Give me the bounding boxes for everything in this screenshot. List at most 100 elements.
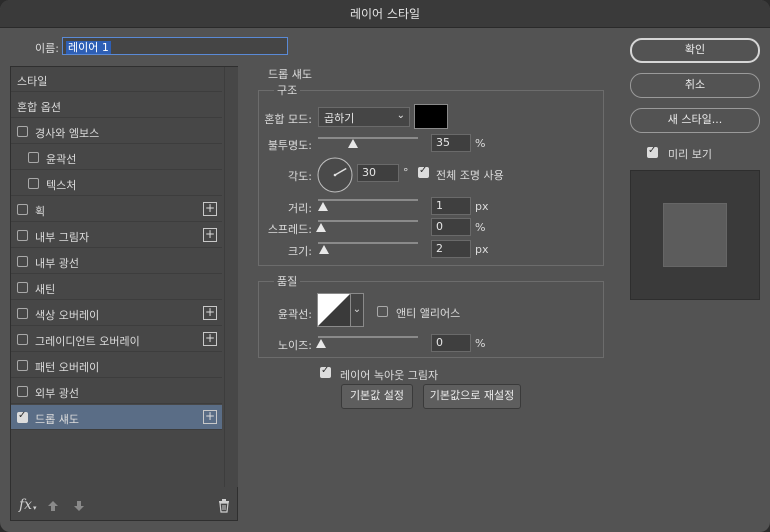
opacity-slider-track[interactable] xyxy=(318,137,418,139)
noise-slider-knob[interactable] xyxy=(316,339,326,348)
reset-to-default-button[interactable]: 기본값으로 재설정 xyxy=(423,384,521,409)
style-item-label: 색상 오버레이 xyxy=(35,309,100,322)
add-effect-plus-icon[interactable]: + xyxy=(203,410,217,424)
styles-list-scrollbar[interactable] xyxy=(224,67,238,487)
style-item-label: 그레이디언트 오버레이 xyxy=(35,335,140,348)
angle-label: 각도: xyxy=(288,170,312,183)
anti-alias-checkbox[interactable] xyxy=(377,306,388,317)
distance-slider-track[interactable] xyxy=(318,199,418,201)
style-item-checkbox[interactable] xyxy=(17,230,28,241)
angle-unit: ° xyxy=(403,166,409,179)
noise-slider-track[interactable] xyxy=(318,336,418,338)
layer-knocks-out-label: 레이어 녹아웃 그림자 xyxy=(340,369,439,382)
contour-label: 윤곽선: xyxy=(277,308,312,321)
layer-knocks-out-checkbox[interactable] xyxy=(320,365,331,378)
size-slider-track[interactable] xyxy=(318,242,418,244)
style-item-checkbox[interactable] xyxy=(17,334,28,345)
style-item-checkbox[interactable] xyxy=(17,282,28,293)
opacity-slider-knob[interactable] xyxy=(348,139,358,148)
trash-icon[interactable] xyxy=(218,499,230,513)
add-effect-plus-icon[interactable]: + xyxy=(203,202,217,216)
style-item-13[interactable]: 외부 광선 xyxy=(11,379,222,404)
noise-input[interactable]: 0 xyxy=(431,334,471,352)
section-title: 드롭 섀도 xyxy=(268,68,312,81)
noise-unit: % xyxy=(475,337,486,350)
spread-slider-knob[interactable] xyxy=(316,223,326,232)
distance-input[interactable]: 1 xyxy=(431,197,471,215)
style-item-checkbox[interactable] xyxy=(17,386,28,397)
opacity-label: 불투명도: xyxy=(267,139,312,152)
global-light-label: 전체 조명 사용 xyxy=(436,169,504,182)
spread-label: 스프레드: xyxy=(267,223,312,236)
style-item-7[interactable]: 내부 그림자 + xyxy=(11,223,222,248)
shadow-color-fill xyxy=(415,105,447,128)
shadow-color-swatch[interactable] xyxy=(414,104,448,129)
style-item-checkbox[interactable] xyxy=(28,178,39,189)
cancel-button[interactable]: 취소 xyxy=(630,73,760,98)
style-item-label: 내부 광선 xyxy=(35,257,79,270)
style-item-label: 경사와 엠보스 xyxy=(35,127,100,140)
spread-input[interactable]: 0 xyxy=(431,218,471,236)
layer-style-dialog: 레이어 스타일 이름: 레이어 1 스타일 혼합 옵션 경사와 엠보스 윤곽선 텍스처 획… xyxy=(0,0,770,532)
global-light-checkbox[interactable] xyxy=(418,165,429,178)
style-item-14[interactable]: 드롭 섀도 + xyxy=(11,405,222,430)
quality-title: 품질 xyxy=(274,273,301,289)
contour-picker[interactable] xyxy=(317,293,351,327)
style-item-6[interactable]: 획 + xyxy=(11,197,222,222)
style-item-11[interactable]: 그레이디언트 오버레이 + xyxy=(11,327,222,352)
style-item-checkbox[interactable] xyxy=(17,410,28,423)
fx-menu-indicator-icon: ▾ xyxy=(33,504,37,512)
move-up-icon[interactable] xyxy=(47,500,59,512)
add-effect-plus-icon[interactable]: + xyxy=(203,228,217,242)
add-effect-plus-icon[interactable]: + xyxy=(203,306,217,320)
contour-curve-icon xyxy=(318,294,350,326)
style-item-2[interactable]: 혼합 옵션 xyxy=(11,93,222,118)
style-item-checkbox[interactable] xyxy=(17,360,28,371)
style-item-label: 외부 광선 xyxy=(35,387,79,400)
opacity-input[interactable]: 35 xyxy=(431,134,471,152)
add-effect-plus-icon[interactable]: + xyxy=(203,332,217,346)
style-item-10[interactable]: 색상 오버레이 + xyxy=(11,301,222,326)
blend-mode-select[interactable]: 곱하기 ⌄ xyxy=(318,107,410,127)
layer-name-input[interactable]: 레이어 1 xyxy=(62,37,288,55)
new-style-button[interactable]: 새 스타일... xyxy=(630,108,760,133)
style-item-1[interactable]: 스타일 xyxy=(11,67,222,92)
preview-checkbox[interactable] xyxy=(647,145,658,158)
style-item-9[interactable]: 새틴 xyxy=(11,275,222,300)
angle-input[interactable]: 30 xyxy=(357,164,399,182)
style-item-label: 윤곽선 xyxy=(46,153,77,166)
style-item-5[interactable]: 텍스처 xyxy=(11,171,222,196)
style-item-12[interactable]: 패턴 오버레이 xyxy=(11,353,222,378)
chevron-down-icon: ⌄ xyxy=(396,110,405,121)
style-item-checkbox[interactable] xyxy=(28,152,39,163)
style-item-label: 혼합 옵션 xyxy=(17,101,61,114)
move-down-icon[interactable] xyxy=(73,500,85,512)
style-item-4[interactable]: 윤곽선 xyxy=(11,145,222,170)
style-item-label: 내부 그림자 xyxy=(35,231,90,244)
contour-dropdown-chevron-icon[interactable]: ⌄ xyxy=(351,293,364,327)
style-item-checkbox[interactable] xyxy=(17,126,28,137)
style-item-8[interactable]: 내부 광선 xyxy=(11,249,222,274)
spread-unit: % xyxy=(475,221,486,234)
style-item-label: 스타일 xyxy=(17,75,48,88)
style-item-label: 획 xyxy=(35,205,46,218)
blend-mode-value: 곱하기 xyxy=(324,112,355,125)
make-default-button[interactable]: 기본값 설정 xyxy=(341,384,413,409)
style-item-checkbox[interactable] xyxy=(17,204,28,215)
preview-label: 미리 보기 xyxy=(668,148,712,161)
style-item-checkbox[interactable] xyxy=(17,256,28,267)
spread-slider-track[interactable] xyxy=(318,220,418,222)
fx-button[interactable]: fx xyxy=(19,497,32,513)
size-input[interactable]: 2 xyxy=(431,240,471,258)
preview-swatch xyxy=(663,203,727,267)
layer-name-value: 레이어 1 xyxy=(66,41,111,54)
size-slider-knob[interactable] xyxy=(319,245,329,254)
ok-button[interactable]: 확인 xyxy=(630,38,760,63)
angle-dial[interactable] xyxy=(316,156,354,194)
size-label: 크기: xyxy=(288,245,312,258)
noise-label: 노이즈: xyxy=(277,339,312,352)
name-label: 이름: xyxy=(35,42,59,55)
style-item-checkbox[interactable] xyxy=(17,308,28,319)
distance-slider-knob[interactable] xyxy=(318,202,328,211)
style-item-3[interactable]: 경사와 엠보스 xyxy=(11,119,222,144)
